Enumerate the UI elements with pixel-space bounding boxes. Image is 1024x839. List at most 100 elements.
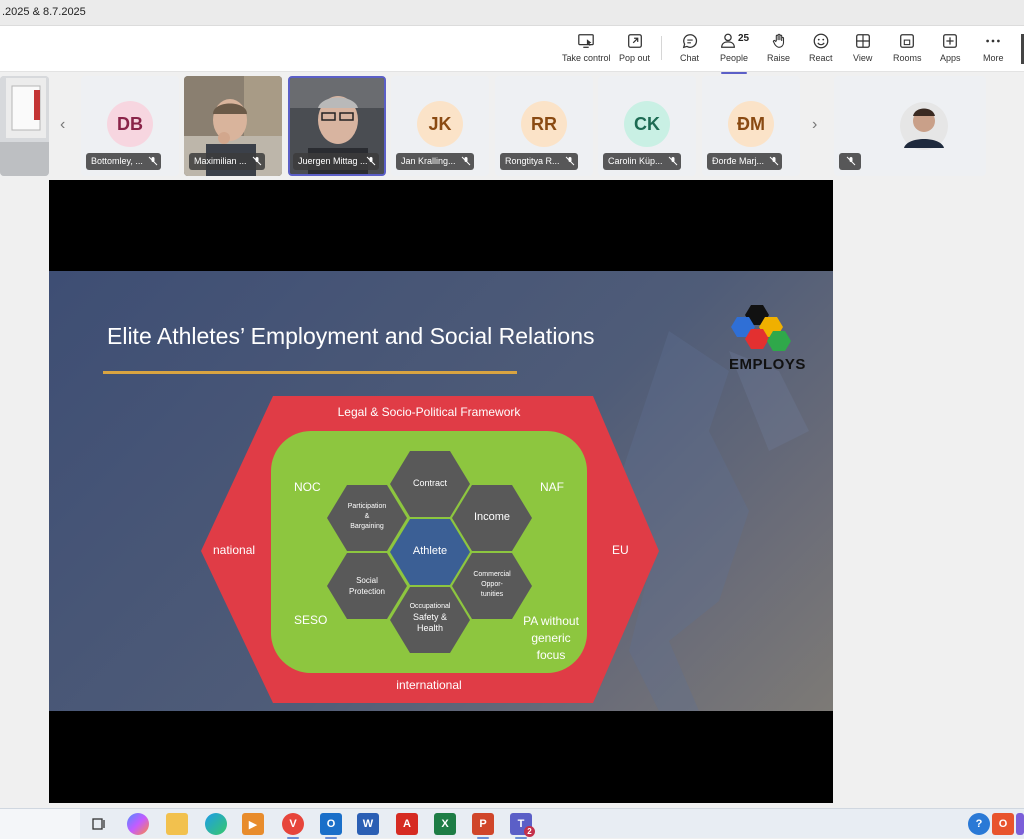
office-tray-icon[interactable]: O xyxy=(992,813,1014,835)
excel-icon[interactable]: X xyxy=(434,813,456,835)
raise-hand-button[interactable]: Raise xyxy=(767,32,790,70)
copilot-icon[interactable] xyxy=(127,813,149,835)
file-explorer-icon[interactable] xyxy=(166,813,188,835)
avatar: DB xyxy=(107,101,153,147)
participant-tile[interactable]: DB Bottomley, ... xyxy=(81,76,179,176)
pop-out-label: Pop out xyxy=(619,53,651,63)
chrome-browser-icon[interactable]: V xyxy=(282,813,304,839)
window-titlebar: .2025 & 8.7.2025 xyxy=(0,0,1024,26)
tray-overflow-icon[interactable] xyxy=(1016,813,1024,835)
avatar: ĐM xyxy=(728,101,774,147)
task-view-icon[interactable] xyxy=(88,813,110,835)
people-button[interactable]: 25 People xyxy=(719,32,749,74)
participant-tile[interactable]: RR Rongtitya R... xyxy=(495,76,593,176)
presentation-slide: Elite Athletes’ Employment and Social Re… xyxy=(49,271,833,711)
edge-browser-icon[interactable] xyxy=(205,813,227,835)
participant-tile[interactable]: JK Jan Kralling... xyxy=(391,76,489,176)
people-label: People xyxy=(719,53,749,63)
noc-label: NOC xyxy=(294,480,321,494)
grid-view-icon xyxy=(855,34,870,48)
national-label: national xyxy=(213,543,256,557)
participant-tile-partial[interactable] xyxy=(0,76,49,176)
take-control-icon xyxy=(578,34,595,48)
meeting-toolbar: Take control Pop out Chat 25 People Rais… xyxy=(0,26,1024,74)
participant-name: Jan Kralling... xyxy=(396,153,474,170)
eu-label: EU xyxy=(612,543,629,557)
mic-muted-icon xyxy=(769,156,779,166)
teams-badge: 2 xyxy=(524,826,535,837)
outlook-icon[interactable]: O xyxy=(320,813,342,839)
participant-name: Maximilian ... xyxy=(189,153,265,170)
more-dots-icon xyxy=(986,39,1000,43)
acrobat-icon[interactable]: A xyxy=(396,813,418,835)
mic-muted-icon xyxy=(366,156,376,166)
naf-label: NAF xyxy=(540,480,564,494)
avatar: JK xyxy=(417,101,463,147)
window-title: .2025 & 8.7.2025 xyxy=(2,6,86,18)
participant-tile-active-speaker[interactable]: Juergen Mittag ... xyxy=(288,76,386,176)
mic-muted-icon xyxy=(148,156,158,166)
avatar: RR xyxy=(521,101,567,147)
participant-tile[interactable]: ĐM Đorđe Marj... xyxy=(702,76,800,176)
help-tray-icon[interactable]: ? xyxy=(968,813,990,835)
diagram-labels: Legal & Socio-Political Framework nation… xyxy=(49,271,833,711)
hex-occupational-label: Occupational Safety & Health xyxy=(409,603,451,633)
hex-athlete-label: Athlete xyxy=(412,545,448,557)
self-mic-indicator xyxy=(839,153,861,170)
hex-commercial-label: Commercial Oppor- tunities xyxy=(473,571,511,598)
international-label: international xyxy=(396,678,462,692)
chat-button[interactable]: Chat xyxy=(680,32,699,70)
smiley-icon xyxy=(813,33,829,49)
people-icon xyxy=(721,33,735,48)
hex-social-label: Social Protection xyxy=(348,576,386,596)
take-control-label: Take control xyxy=(562,53,611,63)
mic-muted-icon xyxy=(252,156,261,166)
rooms-label: Rooms xyxy=(893,53,922,63)
hex-contract-label: Contract xyxy=(412,478,447,488)
pop-out-button[interactable]: Pop out xyxy=(619,32,650,70)
powerpoint-icon[interactable]: P xyxy=(472,813,494,839)
rooms-icon xyxy=(900,34,915,48)
react-button[interactable]: React xyxy=(809,32,833,70)
react-label: React xyxy=(809,53,833,63)
chat-icon xyxy=(682,34,697,49)
media-player-icon[interactable]: ▶ xyxy=(242,813,264,835)
chat-label: Chat xyxy=(680,53,700,63)
word-icon[interactable]: W xyxy=(357,813,379,835)
participant-tile[interactable]: CK Carolin Küp... xyxy=(598,76,696,176)
take-control-button[interactable]: Take control xyxy=(562,32,611,70)
self-view-tile[interactable] xyxy=(834,76,986,176)
mic-muted-icon xyxy=(565,156,574,166)
apps-label: Apps xyxy=(940,53,961,63)
pa-label: PA without generic focus xyxy=(523,614,579,662)
more-button[interactable]: More xyxy=(983,32,1004,70)
framework-label: Legal & Socio-Political Framework xyxy=(337,405,521,419)
participant-name: Đorđe Marj... xyxy=(707,153,783,170)
participant-name: Bottomley, ... xyxy=(86,153,161,170)
raise-hand-icon xyxy=(772,33,784,48)
view-button[interactable]: View xyxy=(853,32,872,70)
room-video-thumbnail xyxy=(0,76,49,176)
mic-muted-icon xyxy=(461,156,470,166)
raise-label: Raise xyxy=(767,53,791,63)
mic-muted-icon xyxy=(846,156,856,166)
hex-income-label: Income xyxy=(473,511,511,523)
participant-name: Rongtitya R... xyxy=(500,153,578,170)
participant-strip: ‹ DB Bottomley, ... Maximilian ... Juerg… xyxy=(0,76,1024,176)
teams-icon[interactable]: T 2 xyxy=(510,813,535,839)
more-label: More xyxy=(983,53,1004,63)
strip-scroll-right[interactable]: › xyxy=(812,116,817,134)
participant-tile[interactable]: Maximilian ... xyxy=(184,76,282,176)
avatar: CK xyxy=(624,101,670,147)
apps-plus-icon xyxy=(943,34,958,48)
windows-taskbar: ▶ V O W A X P T 2 ? O xyxy=(0,808,1024,839)
strip-scroll-left[interactable]: ‹ xyxy=(60,116,65,134)
rooms-button[interactable]: Rooms xyxy=(893,32,922,70)
toolbar-divider xyxy=(661,36,662,60)
shared-screen: Elite Athletes’ Employment and Social Re… xyxy=(49,180,833,803)
hex-participation-label: Participation & Bargaining xyxy=(347,503,387,530)
taskbar-search-area[interactable] xyxy=(0,809,80,839)
apps-button[interactable]: Apps xyxy=(940,32,961,70)
mic-muted-icon xyxy=(668,156,677,166)
seso-label: SESO xyxy=(294,613,328,627)
